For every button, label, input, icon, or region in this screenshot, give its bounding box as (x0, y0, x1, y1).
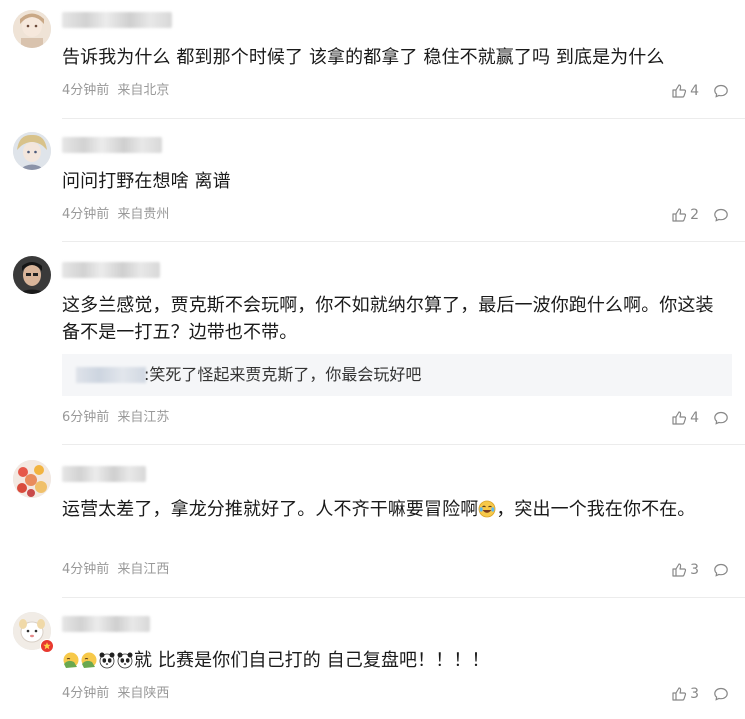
comment-actions: 3 (671, 560, 729, 580)
comment-text: 这多兰感觉，贾克斯不会玩啊，你不如就纳尔算了，最后一波你跑什么啊。你这装备不是一… (62, 295, 714, 343)
divider (62, 444, 745, 445)
comment-bubble-icon (714, 411, 728, 425)
like-button[interactable]: 3 (671, 562, 699, 578)
comment-meta: 4分钟前 来自陕西 (62, 685, 169, 703)
username-blurred[interactable] (62, 262, 160, 278)
avatar[interactable] (13, 132, 51, 170)
comment-location: 来自江西 (117, 562, 170, 577)
reply-preview[interactable]: :笑死了怪起来贾克斯了，你最会玩好吧 (62, 354, 732, 396)
comment-time: 4分钟前 (62, 562, 110, 577)
comment-location: 来自江苏 (117, 410, 170, 425)
comment-bubble-icon (714, 563, 728, 577)
thumbs-up-icon (672, 208, 687, 222)
comment-location: 来自北京 (117, 83, 170, 98)
comment-actions: 4 (671, 81, 729, 101)
comment-actions: 4 (671, 408, 729, 428)
comment-item: 告诉我为什么 都到那个时候了 该拿的都拿了 稳住不就赢了吗 到底是为什么 4分钟… (0, 0, 745, 120)
face-palm-emoji-icon (81, 652, 97, 668)
like-button[interactable]: 2 (671, 207, 699, 223)
comment-location: 来自陕西 (117, 686, 170, 701)
divider (62, 118, 745, 119)
comment-time: 4分钟前 (62, 686, 110, 701)
verified-badge-icon (40, 639, 54, 653)
thumbs-up-icon (672, 411, 687, 425)
avatar[interactable] (13, 10, 51, 48)
comment-time: 6分钟前 (62, 410, 110, 425)
username-blurred[interactable] (62, 137, 162, 153)
like-count: 3 (690, 686, 699, 702)
comment-meta: 4分钟前 来自贵州 (62, 206, 169, 224)
comment-actions: 2 (671, 205, 729, 225)
comment-meta: 4分钟前 来自江西 (62, 561, 169, 579)
avatar[interactable] (13, 460, 51, 498)
reply-button[interactable] (713, 410, 729, 426)
comment-text: 告诉我为什么 都到那个时候了 该拿的都拿了 稳住不就赢了吗 到底是为什么 (62, 47, 665, 68)
comment-text-part: 运营太差了，拿龙分推就好了。人不齐干嘛要冒险啊 (62, 499, 479, 520)
reply-button[interactable] (713, 562, 729, 578)
comment-text: 运营太差了，拿龙分推就好了。人不齐干嘛要冒险啊 ，突出一个我在你不在。 (62, 496, 731, 523)
username-blurred[interactable] (62, 12, 172, 28)
comment-item: 问问打野在想啥 离谱 4分钟前 来自贵州 2 (0, 120, 745, 242)
comment-meta: 6分钟前 来自江苏 (62, 409, 169, 427)
thumbs-up-icon (672, 687, 687, 701)
laughing-crying-emoji-icon (478, 500, 496, 518)
avatar[interactable] (13, 256, 51, 294)
comment-location: 来自贵州 (117, 207, 170, 222)
thumbs-up-icon (672, 563, 687, 577)
comment-item: 运营太差了，拿龙分推就好了。人不齐干嘛要冒险啊 ，突出一个我在你不在。 4分钟前 … (0, 446, 745, 598)
like-count: 4 (690, 83, 699, 99)
comment-bubble-icon (714, 208, 728, 222)
comment-time: 4分钟前 (62, 207, 110, 222)
comment-text: 问问打野在想啥 离谱 (62, 171, 231, 192)
reply-button[interactable] (713, 686, 729, 702)
comment-time: 4分钟前 (62, 83, 110, 98)
like-count: 3 (690, 562, 699, 578)
comment-meta: 4分钟前 来自北京 (62, 82, 169, 100)
like-count: 4 (690, 410, 699, 426)
reply-button[interactable] (713, 207, 729, 223)
panda-emoji-icon (117, 652, 133, 669)
like-button[interactable]: 4 (671, 83, 699, 99)
username-blurred[interactable] (62, 466, 146, 482)
comment-item: 就 比赛是你们自己打的 自己复盘吧！！！！ 4分钟前 来自陕西 3 (0, 598, 745, 719)
thumbs-up-icon (672, 84, 687, 98)
comment-item: 这多兰感觉，贾克斯不会玩啊，你不如就纳尔算了，最后一波你跑什么啊。你这装备不是一… (0, 242, 745, 447)
like-button[interactable]: 4 (671, 410, 699, 426)
like-button[interactable]: 3 (671, 686, 699, 702)
comment-text-part: 就 比赛是你们自己打的 自己复盘吧！！！！ (134, 650, 490, 671)
reply-username-blurred (76, 367, 146, 383)
username-blurred[interactable] (62, 616, 150, 632)
like-count: 2 (690, 207, 699, 223)
reply-text: :笑死了怪起来贾克斯了，你最会玩好吧 (144, 365, 422, 384)
comment-bubble-icon (714, 687, 728, 701)
comment-text: 就 比赛是你们自己打的 自己复盘吧！！！！ (62, 647, 731, 674)
comment-actions: 3 (671, 684, 729, 704)
comment-bubble-icon (714, 84, 728, 98)
panda-emoji-icon (99, 652, 115, 669)
face-palm-emoji-icon (63, 652, 79, 668)
reply-button[interactable] (713, 83, 729, 99)
comment-text-part: ，突出一个我在你不在。 (496, 499, 696, 520)
